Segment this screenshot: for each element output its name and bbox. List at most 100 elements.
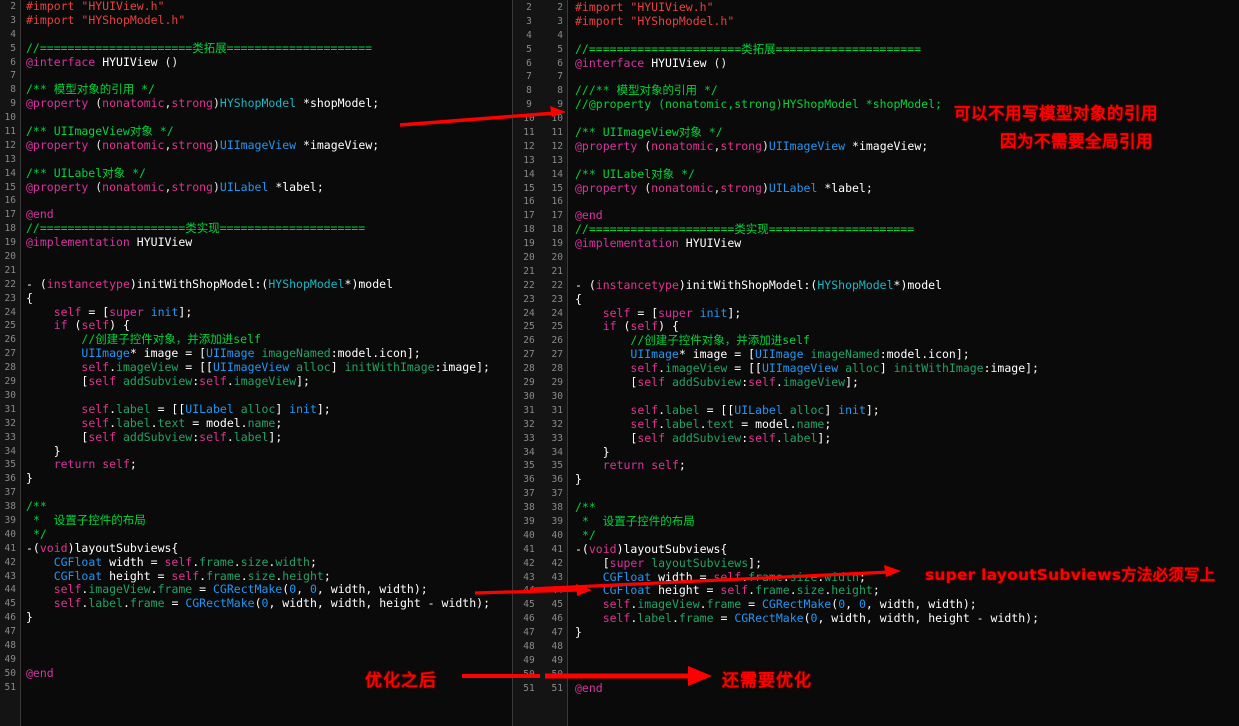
code-line[interactable]: 7 xyxy=(545,70,1239,84)
code-line[interactable]: 39 * 设置子控件的布局 xyxy=(0,513,545,528)
code-line[interactable]: 7 xyxy=(0,69,545,83)
code-line[interactable]: 37 xyxy=(0,486,545,500)
code-line[interactable]: 33 [self addSubview:self.label]; xyxy=(0,430,545,445)
code-line[interactable]: 5 //======================类拓展============… xyxy=(0,41,545,56)
code-line[interactable]: 29 [self addSubview:self.imageView]; xyxy=(0,374,545,389)
code-line[interactable]: 47 xyxy=(0,625,545,639)
code-line[interactable]: 33 [self addSubview:self.label]; xyxy=(545,431,1239,446)
code-line[interactable]: 46} xyxy=(0,610,545,625)
code-line[interactable]: 42 CGFloat width = self.frame.size.width… xyxy=(0,555,545,570)
code-line[interactable]: 36} xyxy=(0,471,545,486)
code-line[interactable]: 26 //创建子控件对象，并添加进self xyxy=(545,333,1239,348)
code-line[interactable]: 40 */ xyxy=(0,527,545,542)
code-line[interactable]: 49 xyxy=(0,653,545,667)
code-line[interactable]: 45 self.imageView.frame = CGRectMake(0, … xyxy=(545,597,1239,612)
code-line[interactable]: 6 @interface HYUIView () xyxy=(0,55,545,70)
code-line[interactable]: 32 self.label.text = model.name; xyxy=(0,416,545,431)
code-line[interactable]: 34 } xyxy=(545,445,1239,460)
code-line[interactable]: 23 { xyxy=(0,291,545,306)
code-line[interactable]: 31 self.label = [[UILabel alloc] init]; xyxy=(545,403,1239,418)
code-line[interactable]: 18 //=====================类实现============… xyxy=(545,222,1239,237)
code-line[interactable]: 51 @end xyxy=(545,681,1239,696)
code-line[interactable]: 40 */ xyxy=(545,528,1239,543)
code-line[interactable]: 43 CGFloat height = self.frame.size.heig… xyxy=(0,569,545,584)
code-line[interactable]: 13 xyxy=(0,153,545,167)
code-line[interactable]: 12 @property (nonatomic,strong)UIImageVie… xyxy=(0,138,545,153)
code-line[interactable]: 49 xyxy=(545,654,1239,668)
code-line[interactable]: 23 { xyxy=(545,292,1239,307)
code-line[interactable]: 25 if (self) { xyxy=(0,319,545,333)
edge-line-number: 45 xyxy=(523,599,535,611)
code-line[interactable]: 38 /** xyxy=(0,499,545,514)
code-line[interactable]: 50 @end xyxy=(0,666,545,681)
code-line[interactable]: 25 if (self) { xyxy=(545,320,1239,334)
code-line[interactable]: 47} xyxy=(545,625,1239,640)
code-line[interactable]: 39 * 设置子控件的布局 xyxy=(545,514,1239,529)
code-line[interactable]: 8 /** 模型对象的引用 */ xyxy=(0,82,545,97)
code-line[interactable]: 22 - (instancetype)initWithShopModel:(HYS… xyxy=(545,278,1239,293)
code-line[interactable]: 35 return self; xyxy=(0,457,545,472)
code-line[interactable]: 2 #import "HYUIView.h" xyxy=(0,0,545,14)
code-line[interactable]: 21 xyxy=(545,265,1239,279)
code-line[interactable]: 46 self.label.frame = CGRectMake(0, widt… xyxy=(545,611,1239,626)
code-line[interactable]: 14 /** UILabel对象 */ xyxy=(0,166,545,181)
code-line[interactable]: 48 xyxy=(545,640,1239,654)
code-line[interactable]: 18 //=====================类实现============… xyxy=(0,221,545,236)
code-line[interactable]: 20 xyxy=(0,250,545,264)
code-line[interactable]: 37 xyxy=(545,487,1239,501)
code-line[interactable]: 17 @end xyxy=(0,207,545,222)
code-line[interactable]: 35 return self; xyxy=(545,458,1239,473)
edge-line-number-row: 15 xyxy=(513,182,545,196)
code-line[interactable]: 21 xyxy=(0,264,545,278)
line-number: 32 xyxy=(4,417,16,429)
code-line[interactable]: 41 -(void)layoutSubviews{ xyxy=(0,541,545,556)
code-line[interactable]: 44 self.imageView.frame = CGRectMake(0, … xyxy=(0,582,545,597)
code-line[interactable]: 48 xyxy=(0,639,545,653)
code-line[interactable]: 24 self = [super init]; xyxy=(0,305,545,320)
code-line[interactable]: 36} xyxy=(545,472,1239,487)
code-line[interactable]: 29 [self addSubview:self.imageView]; xyxy=(545,375,1239,390)
left-code-lines[interactable]: 2 #import "HYUIView.h" 3 #import "HYShopMod… xyxy=(0,0,545,695)
code-line[interactable]: 9 @property (nonatomic,strong)HYShopModel… xyxy=(0,96,545,111)
code-line[interactable]: 34 } xyxy=(0,444,545,459)
code-line[interactable]: 26 //创建子控件对象，并添加进self xyxy=(0,332,545,347)
code-line[interactable]: 3 #import "HYShopModel.h" xyxy=(545,14,1239,29)
code-line[interactable]: 44 CGFloat height = self.frame.size.heig… xyxy=(545,583,1239,598)
code-line[interactable]: 22 - (instancetype)initWithShopModel:(HYS… xyxy=(0,277,545,292)
code-line[interactable]: 27 UIImage* image = [UIImage imageNamed:… xyxy=(0,346,545,361)
code-line[interactable]: 30 xyxy=(0,389,545,403)
code-line[interactable]: 28 self.imageView = [[UIImageView alloc]… xyxy=(0,360,545,375)
code-line[interactable]: 14 /** UILabel对象 */ xyxy=(545,167,1239,182)
code-line[interactable]: 4 xyxy=(545,29,1239,43)
code-line[interactable]: 19 @implementation HYUIView xyxy=(0,235,545,250)
code-line[interactable]: 10 xyxy=(0,111,545,125)
code-line[interactable]: 30 xyxy=(545,390,1239,404)
code-text: self.label.text = model.name; xyxy=(630,416,832,431)
code-line[interactable]: 15 @property (nonatomic,strong)UILabel *l… xyxy=(0,180,545,195)
code-line[interactable]: 6 @interface HYUIView () xyxy=(545,56,1239,71)
code-line[interactable]: 17 @end xyxy=(545,208,1239,223)
code-line[interactable]: 24 self = [super init]; xyxy=(545,306,1239,321)
code-line[interactable]: 27 UIImage* image = [UIImage imageNamed:… xyxy=(545,347,1239,362)
code-line[interactable]: 31 self.label = [[UILabel alloc] init]; xyxy=(0,402,545,417)
code-line[interactable]: 32 self.label.text = model.name; xyxy=(545,416,1239,432)
code-line[interactable]: 15 @property (nonatomic,strong)UILabel *l… xyxy=(545,181,1239,196)
code-line[interactable]: 20 xyxy=(545,251,1239,265)
code-line[interactable]: 38 /** xyxy=(545,500,1239,515)
code-line[interactable]: 5 //======================类拓展============… xyxy=(545,42,1239,57)
code-line[interactable]: 19 @implementation HYUIView xyxy=(545,236,1239,251)
code-line[interactable]: 16 xyxy=(0,194,545,208)
code-line[interactable]: 51 xyxy=(0,681,545,695)
code-line[interactable]: 4 xyxy=(0,28,545,42)
code-line[interactable]: 13 xyxy=(545,154,1239,168)
code-line[interactable]: 41 -(void)layoutSubviews{ xyxy=(545,542,1239,557)
code-line[interactable]: 11 /** UIImageView对象 */ xyxy=(0,124,545,139)
left-code-pane[interactable]: 2 #import "HYUIView.h" 3 #import "HYShopMod… xyxy=(0,0,545,726)
code-line[interactable]: 2 #import "HYUIView.h" xyxy=(545,0,1239,15)
code-line[interactable]: 28 self.imageView = [[UIImageView alloc]… xyxy=(545,361,1239,376)
code-line[interactable]: 50 xyxy=(545,668,1239,682)
code-line[interactable]: 16 xyxy=(545,195,1239,209)
code-line[interactable]: 3 #import "HYShopModel.h" xyxy=(0,13,545,28)
code-line[interactable]: 8 ///** 模型对象的引用 */ xyxy=(545,83,1239,98)
code-line[interactable]: 45 self.label.frame = CGRectMake(0, widt… xyxy=(0,596,545,611)
